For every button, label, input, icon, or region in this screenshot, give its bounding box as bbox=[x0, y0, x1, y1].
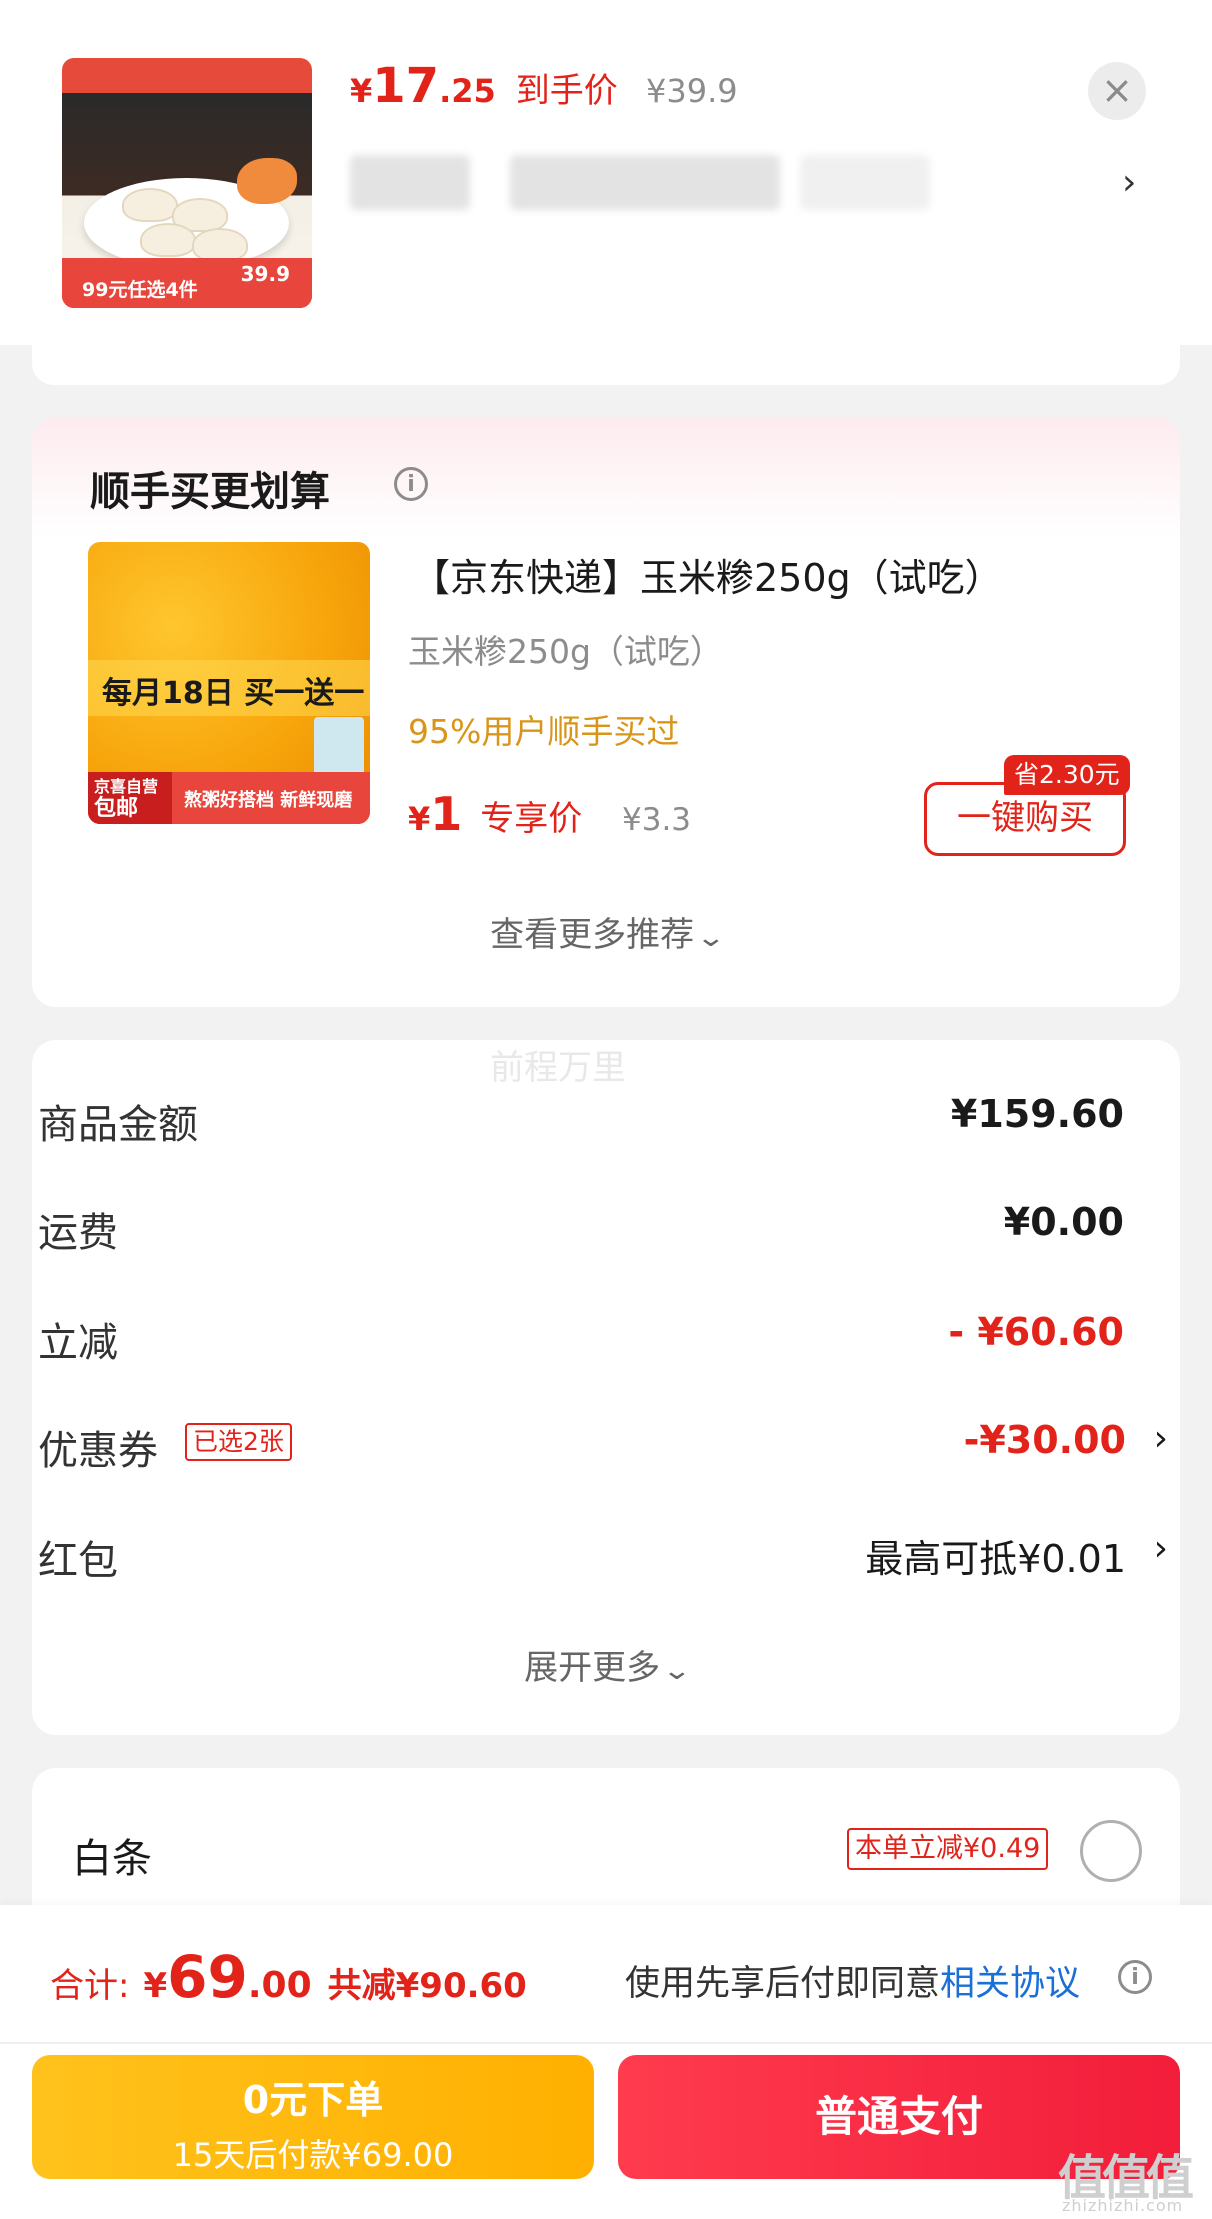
total-currency: ¥ bbox=[143, 1966, 168, 2006]
blurred-text bbox=[800, 155, 930, 210]
close-icon[interactable]: × bbox=[1088, 62, 1146, 120]
thumb-dumpling bbox=[122, 188, 178, 222]
price-currency: ¥ bbox=[408, 800, 431, 838]
thumb-shrimp bbox=[237, 158, 297, 204]
coupon-label: 优惠券 bbox=[38, 1428, 158, 1474]
price-label: 到手价 bbox=[515, 71, 618, 111]
price-integer: 1 bbox=[430, 787, 463, 841]
total-saved: 共减¥90.60 bbox=[327, 1966, 527, 2006]
info-icon[interactable]: i bbox=[394, 467, 428, 501]
original-price: ¥39.9 bbox=[646, 72, 738, 110]
blurred-text bbox=[510, 155, 780, 210]
goods-amount-label: 商品金额 bbox=[38, 1102, 198, 1148]
price-label: 专享价 bbox=[480, 799, 583, 839]
chevron-right-icon[interactable]: › bbox=[1154, 1528, 1168, 1569]
site-watermark-url: zhizhizhi.com bbox=[1062, 2196, 1184, 2215]
thumb-slogan: 熬粥好搭档 新鲜现磨 bbox=[184, 790, 353, 811]
coupon-selected-badge: 已选2张 bbox=[185, 1423, 292, 1461]
pay-later-button[interactable]: 0元下单 15天后付款¥69.00 bbox=[32, 2055, 594, 2179]
chevron-right-icon[interactable]: › bbox=[1122, 162, 1136, 203]
thumb-promo-tag: 99元任选4件 39.9 bbox=[62, 258, 312, 308]
agreement-notice: 使用先享后付即同意相关协议 bbox=[625, 1955, 1080, 2006]
order-summary-card: 展开更多⌄ bbox=[32, 1040, 1180, 1735]
recommend-spec: 玉米糁250g（试吃） bbox=[408, 632, 723, 671]
recommend-price: ¥ 1 专享价 bbox=[408, 787, 582, 841]
shipping-value: ¥0.00 bbox=[1003, 1200, 1124, 1244]
recommend-original-price: ¥3.3 bbox=[622, 802, 692, 838]
expand-more-label: 展开更多 bbox=[524, 1648, 661, 1688]
agreement-link[interactable]: 相关协议 bbox=[940, 1964, 1080, 2004]
pay-later-subtitle: 15天后付款¥69.00 bbox=[172, 2136, 454, 2174]
thumb-dumpling bbox=[192, 228, 248, 262]
thumb-banner: 每月18日 买一送一 bbox=[88, 660, 370, 716]
thumb-dumpling bbox=[140, 223, 196, 257]
divider bbox=[0, 2042, 1212, 2044]
save-badge: 省2.30元 bbox=[1004, 755, 1130, 795]
recommend-title: 顺手买更划算 bbox=[90, 469, 330, 515]
chevron-down-icon: ⌄ bbox=[661, 1656, 693, 1686]
blurred-text bbox=[350, 155, 470, 210]
agreement-text: 使用先享后付即同意 bbox=[625, 1964, 941, 2004]
total-decimal: .00 bbox=[247, 1965, 312, 2006]
price-currency: ¥ bbox=[350, 72, 373, 110]
thumb-promo-text: 99元任选4件 bbox=[82, 279, 198, 301]
total-integer: 69 bbox=[167, 1943, 248, 2011]
thumb-badge: 京喜自营 包邮 bbox=[88, 772, 172, 824]
thumb-bottom-bar: 京喜自营 包邮 熬粥好搭档 新鲜现磨 bbox=[88, 772, 370, 824]
baitiao-label: 白条 bbox=[72, 1836, 152, 1882]
expand-more[interactable]: 展开更多⌄ bbox=[32, 1640, 1180, 1689]
thumb-banner-text: 每月18日 买一送一 bbox=[102, 676, 365, 711]
see-more-label: 查看更多推荐 bbox=[490, 915, 695, 955]
checkout-bar: 合计: ¥ 69 .00 共减¥90.60 使用先享后付即同意相关协议 i 0元… bbox=[0, 1905, 1212, 2219]
recommend-rate: 95%用户顺手买过 bbox=[408, 712, 680, 751]
thumb-badge-bottom: 包邮 bbox=[94, 796, 139, 821]
thumb-price: 39.9 bbox=[240, 262, 290, 286]
price-integer: 17 bbox=[372, 58, 440, 114]
watermark-text: 前程万里 bbox=[490, 1048, 626, 1088]
pay-later-title: 0元下单 bbox=[242, 2078, 384, 2122]
thumb-badge-top: 京喜自营 bbox=[94, 777, 159, 796]
order-total: 合计: ¥ 69 .00 共减¥90.60 bbox=[50, 1943, 527, 2011]
top-product-strip: 99元任选4件 39.9 ¥ 17 .25 到手价 ¥39.9 × › bbox=[0, 0, 1212, 345]
info-icon[interactable]: i bbox=[1118, 1960, 1152, 1994]
instant-discount-label: 立减 bbox=[38, 1320, 118, 1366]
final-price: ¥ 17 .25 到手价 bbox=[350, 58, 618, 114]
see-more-recommendations[interactable]: 查看更多推荐⌄ bbox=[32, 907, 1180, 956]
instant-discount-value: - ¥60.60 bbox=[948, 1310, 1124, 1354]
recommend-thumbnail[interactable]: 每月18日 买一送一 京喜自营 包邮 熬粥好搭档 新鲜现磨 bbox=[88, 542, 370, 824]
chevron-right-icon[interactable]: › bbox=[1154, 1418, 1168, 1459]
goods-amount-value: ¥159.60 bbox=[950, 1092, 1124, 1136]
red-packet-value[interactable]: 最高可抵¥0.01 bbox=[865, 1528, 1126, 1583]
recommend-product-name[interactable]: 【京东快递】玉米糁250g（试吃） bbox=[412, 547, 1003, 602]
address-card-bottom bbox=[32, 345, 1180, 385]
coupon-value[interactable]: -¥30.00 bbox=[964, 1418, 1126, 1462]
price-decimal: .25 bbox=[439, 72, 496, 110]
total-label: 合计: bbox=[50, 1966, 130, 2006]
radio-icon[interactable] bbox=[1080, 1820, 1142, 1882]
recommend-card: 顺手买更划算 i 每月18日 买一送一 京喜自营 包邮 熬粥好搭档 新鲜现磨 【… bbox=[32, 417, 1180, 1007]
shipping-label: 运费 bbox=[38, 1210, 118, 1256]
baitiao-discount-badge: 本单立减¥0.49 bbox=[847, 1828, 1049, 1870]
chevron-down-icon: ⌄ bbox=[695, 923, 727, 953]
product-thumbnail[interactable]: 99元任选4件 39.9 bbox=[62, 58, 312, 308]
red-packet-label: 红包 bbox=[38, 1538, 118, 1584]
